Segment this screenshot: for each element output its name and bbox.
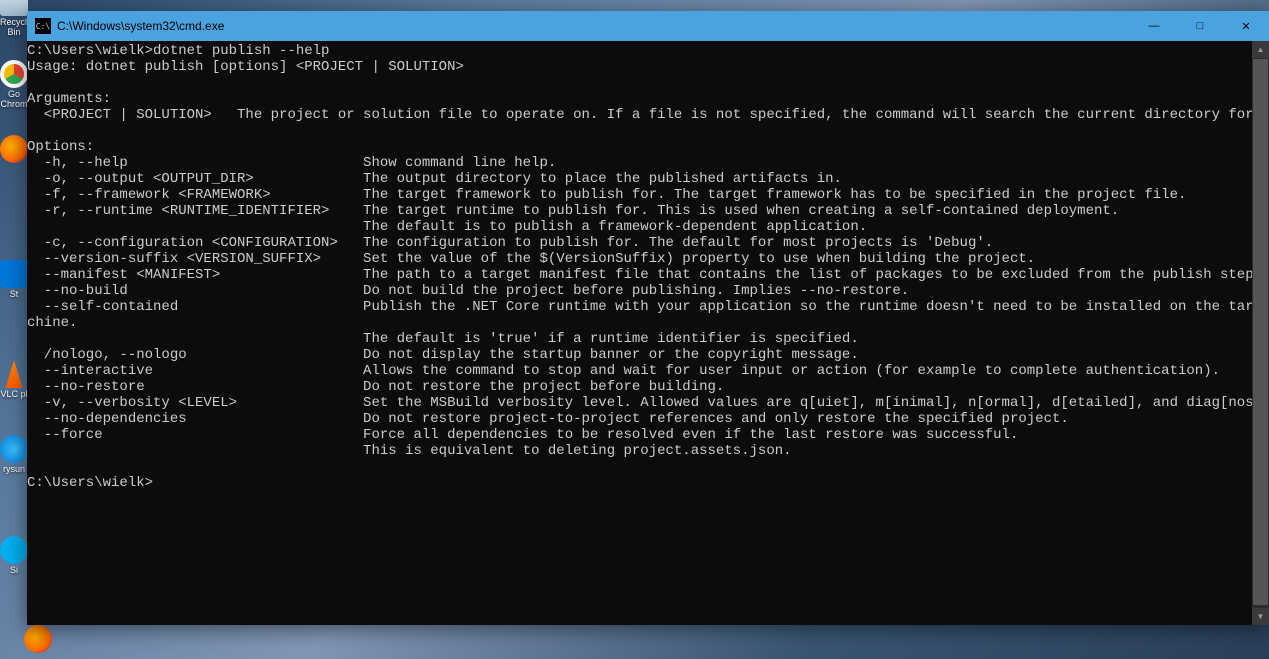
window-title: C:\Windows\system32\cmd.exe <box>57 19 224 33</box>
desktop-icon-firefox[interactable] <box>0 135 28 165</box>
recycle-bin-icon <box>0 0 28 16</box>
desktop-icon-label: Si <box>0 566 28 576</box>
cmd-icon: C:\ <box>35 18 51 34</box>
minimize-button[interactable]: — <box>1131 11 1177 41</box>
chrome-icon <box>0 60 28 88</box>
scroll-up-button[interactable]: ▲ <box>1252 41 1269 58</box>
desktop-icon-label: St <box>0 290 28 300</box>
scrollbar[interactable]: ▲ ▼ <box>1252 41 1269 625</box>
desktop-icon-firefox-2[interactable] <box>24 625 52 655</box>
desktop-icon-store[interactable]: St <box>0 260 28 300</box>
desktop-icon-ie[interactable]: rysun <box>0 435 28 475</box>
ie-icon <box>0 435 28 463</box>
store-icon <box>0 260 28 288</box>
desktop-icon-label: Recycle Bin <box>0 18 28 38</box>
scroll-thumb[interactable] <box>1253 59 1268 605</box>
desktop-icon-vlc[interactable]: VLC pl <box>0 360 28 400</box>
scroll-down-button[interactable]: ▼ <box>1252 608 1269 625</box>
desktop-icon-chrome[interactable]: Go Chrom <box>0 60 28 110</box>
maximize-button[interactable]: □ <box>1177 11 1223 41</box>
desktop-icon-skype[interactable]: Si <box>0 536 28 576</box>
skype-icon <box>0 536 28 564</box>
firefox-icon <box>0 135 28 163</box>
terminal-output[interactable]: C:\Users\wielk>dotnet publish --help Usa… <box>27 41 1252 625</box>
firefox-icon <box>24 625 52 653</box>
terminal-client: C:\Users\wielk>dotnet publish --help Usa… <box>27 41 1269 625</box>
desktop-icon-recycle-bin[interactable]: Recycle Bin <box>0 0 28 38</box>
vlc-icon <box>0 360 28 388</box>
desktop-icon-label: VLC pl <box>0 390 28 400</box>
desktop-icon-label: Go Chrom <box>0 90 28 110</box>
titlebar[interactable]: C:\ C:\Windows\system32\cmd.exe — □ ✕ <box>27 11 1269 41</box>
cmd-window: C:\ C:\Windows\system32\cmd.exe — □ ✕ C:… <box>27 11 1269 625</box>
close-button[interactable]: ✕ <box>1223 11 1269 41</box>
desktop-icon-label: rysun <box>0 465 28 475</box>
